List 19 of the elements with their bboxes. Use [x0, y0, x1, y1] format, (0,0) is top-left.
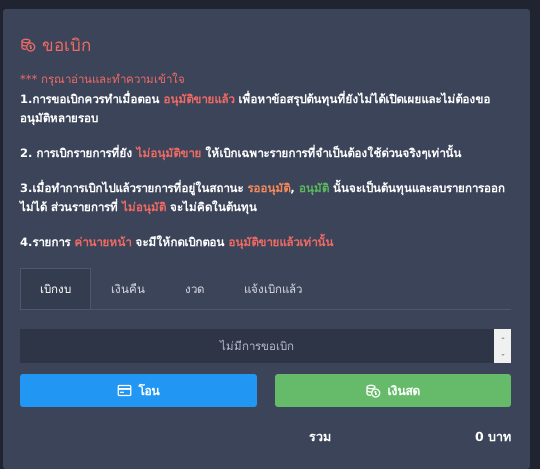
scroll-up-icon — [498, 334, 506, 340]
coins-icon — [20, 36, 36, 52]
notice-paragraph: 4.รายการ ค่านายหน้า จะมีให้กดเบิกตอน อนุมัติขายแล้วเท่านั้น — [20, 233, 334, 252]
empty-message: ไม่มีการขอเบิก — [218, 338, 295, 355]
notice-paragraph: 1.การขอเบิกควรทำเมื่อตอน อนุมัติขายแล้ว เพื่อหาข้อสรุปต้นทุนที่ยังไม่ได้เปิดเผยและไม่ต้องขออนุมัติหลายรอบ — [20, 90, 492, 128]
coins-icon — [365, 382, 382, 398]
tab[interactable]: งวด — [165, 268, 224, 309]
dialog-title: ขอเบิก — [42, 35, 91, 58]
notice-heading: *** กรุณาอ่านและทำความเข้าใจ — [20, 71, 186, 88]
total-label: รวม — [309, 428, 331, 446]
notice-paragraph: 3.เมื่อทำการเบิกไปแล้วรายการที่อยู่ในสถานะ รออนุมัติ, อนุมัติ นั้นจะเป็นต้นทุนและลบรายการออกไม่ได้ ส่วนรายการที่ ไม่อนุมัติ จะไม่คิดในต้นทุน — [20, 179, 506, 216]
credit-card-icon — [117, 383, 132, 398]
total-amount: 0 บาท — [474, 428, 511, 446]
tab[interactable]: แจ้งเบิกแล้ว — [224, 268, 322, 309]
tab[interactable]: เงินคืน — [91, 268, 165, 309]
notice-paragraph: 2. การเบิกรายการที่ยัง ไม่อนุมัติขาย ให้เบิกเฉพาะรายการที่จำเป็นต้องใช้ด่วนจริงๆเท่านั้น — [20, 144, 462, 162]
scrollbar[interactable] — [494, 329, 511, 363]
tab[interactable]: เบิกงบ — [20, 268, 91, 309]
scroll-down-icon — [498, 352, 506, 358]
